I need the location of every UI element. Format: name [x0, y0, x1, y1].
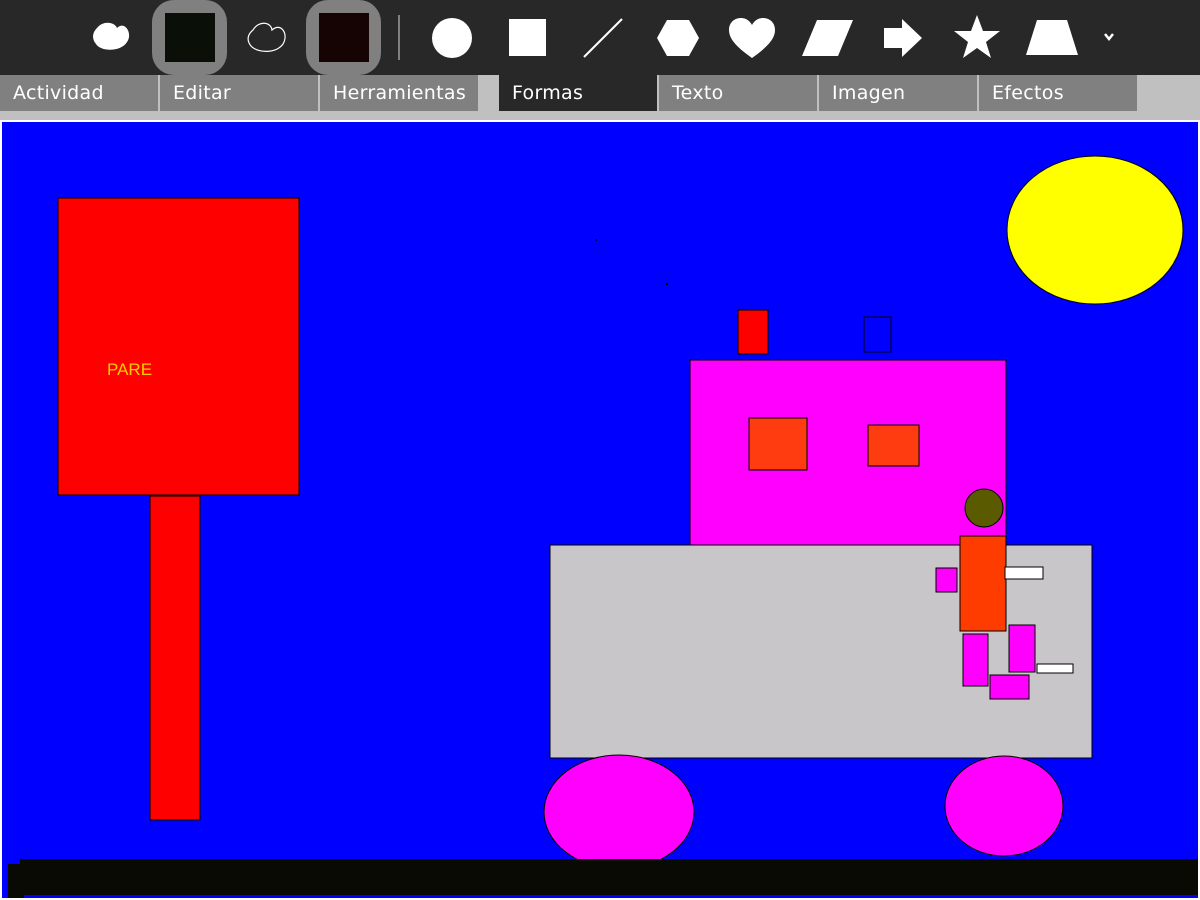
sign-post [149, 495, 201, 821]
person-leg [1008, 624, 1036, 673]
chimney-blue [863, 316, 892, 353]
rectangle-icon [509, 19, 546, 56]
outline-shape-tool[interactable] [231, 0, 306, 75]
star-icon [954, 15, 1000, 58]
person-item [1036, 663, 1074, 674]
tab-herramientas[interactable]: Herramientas [320, 75, 478, 111]
dot-mark [665, 282, 669, 286]
person-item [1004, 566, 1044, 580]
fill-color-swatch [319, 13, 369, 62]
tab-formas[interactable]: Formas [499, 75, 657, 111]
person-leg [962, 633, 989, 687]
tab-bar: Actividad Editar Herramientas Formas Tex… [0, 75, 1200, 111]
parallelogram-icon [802, 20, 853, 56]
wheel-right [944, 755, 1064, 857]
trapezoid-icon [1026, 20, 1078, 55]
brush-shape-icon [93, 22, 130, 50]
brush-shape-tool[interactable] [77, 0, 152, 75]
person-foot [989, 674, 1030, 700]
ground-stroke [20, 859, 1198, 895]
parallelogram-tool[interactable] [790, 0, 865, 75]
star-tool[interactable] [940, 0, 1015, 75]
cabin-window [867, 424, 920, 467]
dot-mark [595, 239, 597, 241]
stroke-color-button[interactable] [152, 0, 227, 75]
tab-actividad[interactable]: Actividad [0, 75, 158, 111]
arrow-tool[interactable] [865, 0, 940, 75]
hexagon-icon [657, 20, 699, 56]
wheel-left [543, 754, 695, 870]
chevron-down-icon [1104, 33, 1114, 42]
arrow-icon [884, 19, 922, 57]
drawing-canvas[interactable]: PARE [2, 122, 1198, 898]
hexagon-tool[interactable] [640, 0, 715, 75]
trapezoid-tool[interactable] [1015, 0, 1090, 75]
cabin-window [748, 417, 808, 471]
canvas-frame: PARE [0, 120, 1200, 900]
tab-efectos[interactable]: Efectos [979, 75, 1137, 111]
more-tools-button[interactable] [1090, 0, 1130, 75]
outline-shape-icon [247, 22, 286, 52]
stroke-color-swatch [165, 13, 215, 62]
tab-bar-divider [0, 111, 1200, 120]
sign-text: PARE [107, 360, 152, 379]
person-arm [935, 567, 958, 593]
person-head [964, 488, 1004, 528]
heart-icon [729, 18, 775, 58]
ground-stroke [8, 864, 24, 898]
rectangle-tool[interactable] [490, 0, 565, 75]
tab-imagen[interactable]: Imagen [819, 75, 977, 111]
chimney-red [737, 309, 769, 355]
tab-editar[interactable]: Editar [160, 75, 318, 111]
line-tool[interactable] [565, 0, 640, 75]
person-torso [959, 535, 1007, 632]
toolbar [0, 0, 1200, 75]
ellipse-tool[interactable] [415, 0, 490, 75]
sun [1006, 155, 1184, 305]
toolbar-separator [398, 15, 400, 60]
tab-texto[interactable]: Texto [659, 75, 817, 111]
vehicle-cabin [689, 359, 1007, 550]
sign-board [57, 197, 300, 496]
heart-tool[interactable] [715, 0, 790, 75]
fill-color-button[interactable] [306, 0, 381, 75]
ellipse-icon [432, 18, 472, 58]
line-icon [583, 18, 623, 58]
